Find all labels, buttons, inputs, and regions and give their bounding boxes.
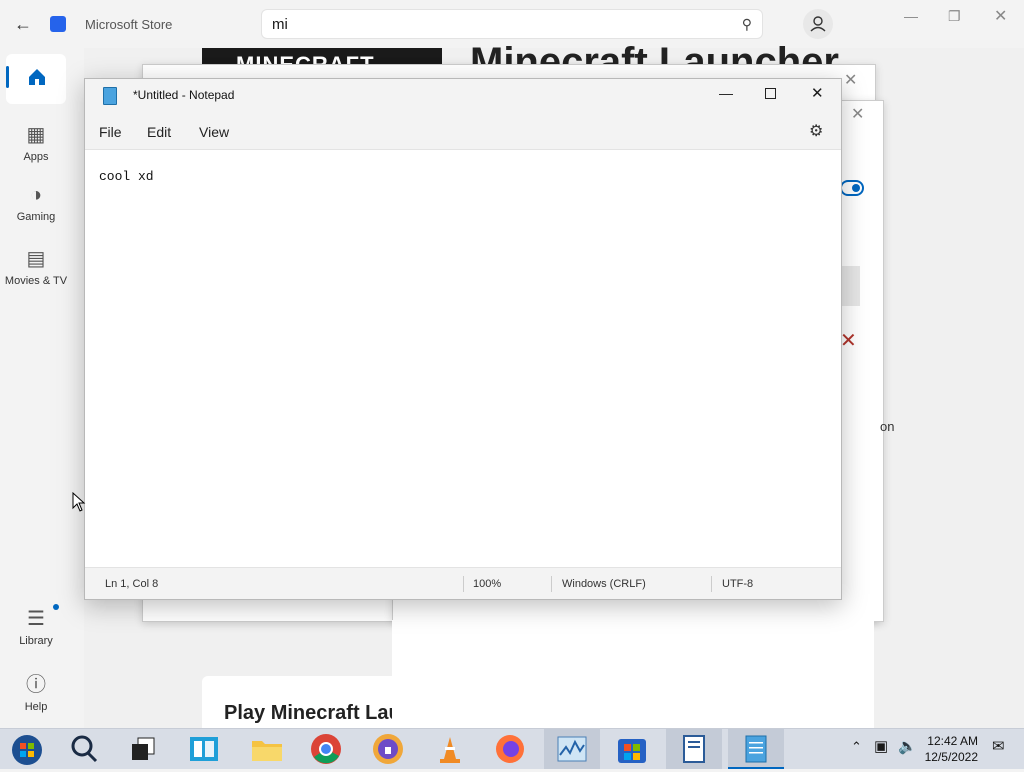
notepad-statusbar: Ln 1, Col 8 100% Windows (CRLF) UTF-8 [85, 567, 841, 599]
settings-gear-icon[interactable]: ⚙ [809, 121, 823, 141]
clapperboard-icon: ▤ [26, 248, 46, 270]
notepad-close-button[interactable]: ✕ [811, 84, 824, 102]
status-position: Ln 1, Col 8 [105, 578, 159, 590]
windows-start-icon [12, 735, 42, 765]
status-divider [711, 576, 712, 592]
notepad-maximize-button[interactable] [765, 88, 776, 99]
menu-edit[interactable]: Edit [147, 124, 171, 140]
notepad-titlebar[interactable]: *Untitled - Notepad — ✕ [85, 79, 841, 111]
status-divider [463, 576, 464, 592]
play-heading: Play Minecraft Launcher [224, 702, 392, 724]
store-restore-button[interactable]: ❐ [948, 8, 961, 25]
library-badge-dot [53, 604, 59, 610]
dialog-bottom-panel [392, 620, 874, 728]
remove-x-icon[interactable]: ✕ [840, 328, 857, 353]
notepad-app-icon [103, 87, 117, 105]
store-minimize-button[interactable]: — [904, 8, 918, 24]
nav-movies[interactable]: ▤ Movies & TV [0, 246, 72, 287]
task-view-button[interactable] [128, 733, 160, 765]
status-divider [551, 576, 552, 592]
nav-gaming[interactable]: ◑ Gaming [0, 184, 72, 223]
chevron-up-icon[interactable]: ⌃ [851, 739, 862, 755]
library-icon: ☰ [27, 608, 45, 630]
file-explorer-button[interactable] [250, 733, 282, 765]
store-close-button[interactable]: ✕ [994, 6, 1007, 26]
status-encoding: UTF-8 [722, 578, 754, 590]
notification-icon[interactable]: ✉ [992, 737, 1005, 755]
vpn-app-button[interactable] [372, 733, 404, 765]
widgets-button[interactable] [188, 733, 220, 765]
dialog-2-close-icon[interactable]: ✕ [851, 104, 864, 124]
nav-library-label: Library [19, 635, 53, 647]
chrome-icon [311, 734, 341, 764]
account-icon[interactable] [803, 9, 833, 39]
status-line-ending: Windows (CRLF) [562, 578, 646, 590]
activity-graph-icon [557, 736, 587, 762]
widgets-icon [190, 737, 218, 761]
clock-time: 12:42 AM [927, 734, 978, 748]
search-input[interactable]: mi ⚲ [261, 9, 763, 39]
store-logo-icon [50, 16, 66, 32]
person-icon [810, 16, 826, 32]
mouse-cursor-icon [72, 492, 86, 512]
clock-date: 12/5/2022 [924, 750, 978, 764]
menu-file[interactable]: File [99, 124, 122, 140]
nav-gaming-label: Gaming [16, 211, 56, 223]
notepad-text-area[interactable]: cool xd [99, 169, 154, 184]
book-icon [683, 735, 705, 763]
search-value: mi [272, 16, 288, 33]
notepad-minimize-button[interactable]: — [719, 85, 733, 101]
help-icon: ⓘ [26, 674, 46, 696]
nav-movies-label: Movies & TV [4, 275, 68, 287]
performance-monitor-button[interactable] [556, 733, 588, 765]
home-icon [29, 69, 45, 85]
firefox-button[interactable] [494, 733, 526, 765]
apps-icon: ▦ [26, 124, 46, 146]
magnifier-icon [71, 735, 98, 763]
nav-help[interactable]: ⓘ Help [0, 668, 72, 713]
text-fragment-on: on [880, 419, 895, 434]
taskbar: ⌃ ▣ 🔈 12:42 AM 12/5/2022 ✉ [0, 728, 1024, 769]
vlc-button[interactable] [434, 733, 466, 765]
menu-view[interactable]: View [199, 124, 229, 140]
gamepad-icon: ◑ [29, 184, 43, 206]
nav-help-label: Help [24, 701, 48, 713]
thumbnail-placeholder [840, 266, 860, 306]
status-zoom: 100% [473, 578, 502, 590]
toggle-switch[interactable] [840, 180, 864, 196]
task-view-icon [132, 737, 155, 760]
search-icon[interactable]: ⚲ [742, 16, 752, 33]
nav-selected-indicator [6, 66, 9, 88]
chrome-button[interactable] [310, 733, 342, 765]
network-icon[interactable]: ▣ [874, 737, 888, 755]
notepad-window: *Untitled - Notepad — ✕ File Edit View ⚙… [84, 78, 842, 600]
toggle-knob [852, 184, 860, 192]
folder-icon [252, 741, 282, 761]
store-app-title: Microsoft Store [85, 17, 173, 32]
clock[interactable]: 12:42 AM 12/5/2022 [925, 733, 978, 765]
notepad-icon [745, 735, 767, 763]
notepad-taskbar-button[interactable] [740, 733, 772, 765]
start-button[interactable] [10, 733, 42, 765]
nav-apps[interactable]: ▦ Apps [0, 122, 72, 163]
dialog-1-close-icon[interactable]: ✕ [844, 70, 857, 90]
nav-apps-label: Apps [23, 151, 49, 163]
store-bag-icon [618, 739, 646, 763]
notepad-title: *Untitled - Notepad [133, 88, 235, 102]
microsoft-store-button[interactable] [616, 733, 648, 765]
nav-library[interactable]: ☰ Library [0, 606, 72, 647]
back-arrow-icon[interactable]: ← [14, 14, 32, 35]
search-taskbar-button[interactable] [68, 733, 100, 765]
notepad-menubar: File Edit View ⚙ [85, 111, 841, 150]
firefox-icon [496, 735, 524, 763]
shield-lock-icon [373, 734, 403, 764]
vlc-cone-icon [440, 737, 460, 763]
volume-icon[interactable]: 🔈 [898, 737, 917, 755]
nav-home-button[interactable] [26, 66, 48, 93]
reader-app-button[interactable] [678, 733, 710, 765]
